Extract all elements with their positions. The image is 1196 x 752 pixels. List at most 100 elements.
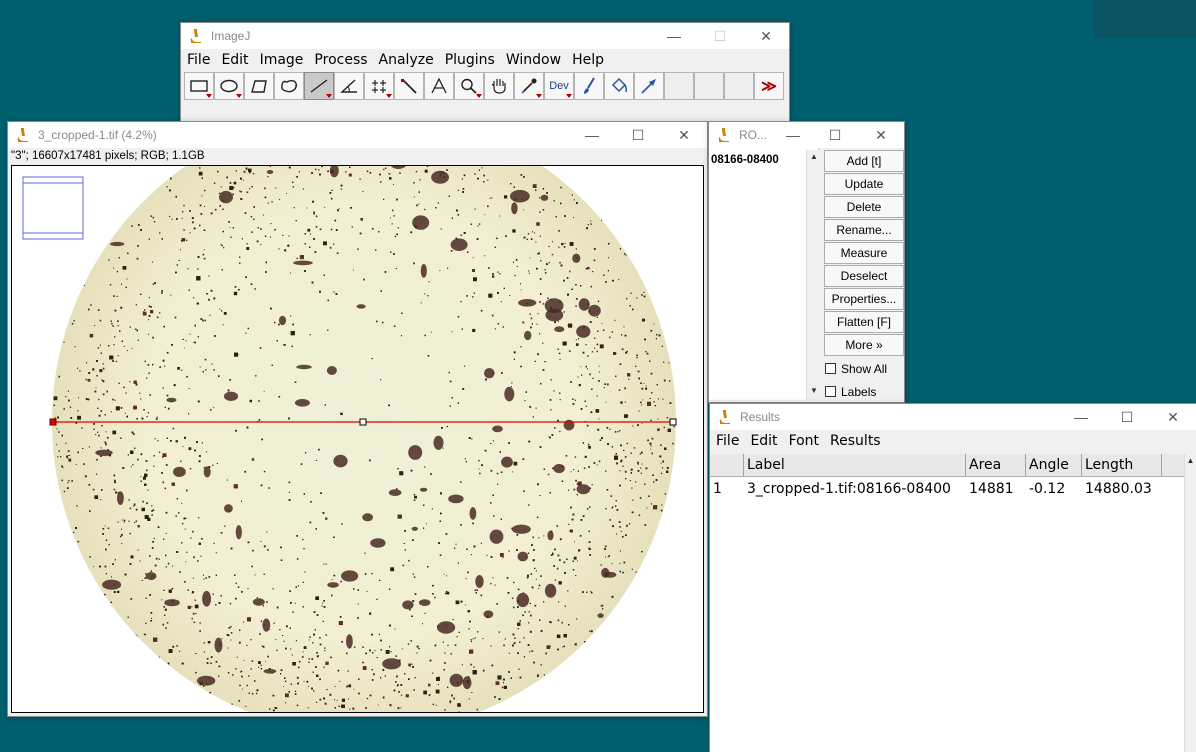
brush-icon (584, 77, 595, 94)
polygon-tool[interactable] (244, 72, 274, 100)
arrow-tool[interactable] (634, 72, 664, 100)
results-menu-file[interactable]: File (716, 433, 739, 449)
close-button[interactable]: ✕ (661, 122, 707, 148)
results-menu-edit[interactable]: Edit (750, 433, 777, 449)
line-handle-middle[interactable] (359, 418, 367, 426)
checkbox-box[interactable] (825, 363, 836, 374)
petri-dish-disc (52, 166, 676, 712)
close-button[interactable]: ✕ (743, 23, 789, 49)
hand-tool[interactable] (484, 72, 514, 100)
cell-label: 3_cropped-1.tif:08166-08400 (747, 481, 951, 497)
image-canvas[interactable] (11, 165, 704, 713)
dev-tool[interactable]: Dev (544, 72, 574, 100)
dropper-icon (521, 78, 537, 94)
flatten-button[interactable]: Flatten [F] (824, 311, 904, 333)
maximize-button[interactable]: ☐ (812, 122, 858, 148)
results-titlebar[interactable]: Results — ☐ ✕ (710, 404, 1196, 430)
microscope-icon (190, 29, 201, 43)
menu-analyze[interactable]: Analyze (379, 52, 434, 68)
table-row[interactable]: 1 3_cropped-1.tif:08166-08400 14881 -0.1… (710, 477, 1196, 502)
maximize-button[interactable]: ☐ (697, 23, 743, 49)
results-menubar: File Edit Font Results (710, 430, 1196, 452)
properties-button[interactable]: Properties... (824, 288, 904, 310)
main-menubar: File Edit Image Process Analyze Plugins … (181, 49, 789, 71)
show-all-checkbox[interactable]: Show All (824, 357, 904, 380)
results-menu-results[interactable]: Results (830, 433, 881, 449)
text-icon (431, 78, 447, 94)
add-button[interactable]: Add [t] (824, 150, 904, 172)
scroll-up-arrow-icon[interactable]: ▲ (807, 150, 821, 164)
tool-bar: Dev ≫ (181, 71, 789, 101)
col-header-index[interactable] (710, 454, 744, 476)
results-scrollbar[interactable]: ▲ (1184, 454, 1196, 752)
more-tools-icon: ≫ (761, 78, 777, 95)
maximize-button[interactable]: ☐ (615, 122, 661, 148)
flood-fill-tool[interactable] (604, 72, 634, 100)
cell-index: 1 (713, 481, 722, 497)
empty-tool-slot-1[interactable] (664, 72, 694, 100)
minimize-button[interactable]: — (774, 122, 812, 148)
oval-tool[interactable] (214, 72, 244, 100)
maximize-button[interactable]: ☐ (1104, 404, 1150, 430)
minimize-button[interactable]: — (651, 23, 697, 49)
deselect-button[interactable]: Deselect (824, 265, 904, 287)
show-all-label: Show All (841, 361, 888, 376)
brush-tool[interactable] (574, 72, 604, 100)
image-info-line: "3"; 16607x17481 pixels; RGB; 1.1GB (11, 150, 205, 162)
color-picker-tool[interactable] (514, 72, 544, 100)
menu-edit[interactable]: Edit (221, 52, 248, 68)
line-tool[interactable] (304, 72, 334, 100)
close-button[interactable]: ✕ (858, 122, 904, 148)
line-handle-end[interactable] (669, 418, 677, 426)
col-header-label[interactable]: Label (744, 454, 966, 476)
image-titlebar[interactable]: 3_cropped-1.tif (4.2%) — ☐ ✕ (8, 122, 707, 148)
menu-image[interactable]: Image (260, 52, 304, 68)
main-titlebar[interactable]: ImageJ — ☐ ✕ (181, 23, 789, 49)
results-menu-font[interactable]: Font (789, 433, 819, 449)
roi-list-scrollbar[interactable]: ▲ ▼ (806, 150, 821, 400)
empty-tool-slot-2[interactable] (694, 72, 724, 100)
image-window-title: 3_cropped-1.tif (4.2%) (38, 128, 157, 142)
scroll-up-arrow-icon[interactable]: ▲ (1185, 454, 1196, 468)
roi-list[interactable]: 08166-08400 (709, 148, 819, 400)
more-button[interactable]: More » (824, 334, 904, 356)
menu-process[interactable]: Process (314, 52, 367, 68)
results-table[interactable]: Label Area Angle Length 1 3_cropped-1.ti… (710, 454, 1196, 752)
wand-tool[interactable] (394, 72, 424, 100)
zoom-tool[interactable] (454, 72, 484, 100)
menu-file[interactable]: File (187, 52, 210, 68)
rename-button[interactable]: Rename... (824, 219, 904, 241)
minimize-button[interactable]: — (1058, 404, 1104, 430)
minimize-button[interactable]: — (569, 122, 615, 148)
delete-button[interactable]: Delete (824, 196, 904, 218)
polygon-icon (251, 80, 267, 93)
arrow-icon (641, 79, 656, 94)
image-content[interactable] (12, 166, 704, 713)
menu-plugins[interactable]: Plugins (445, 52, 495, 68)
col-header-area[interactable]: Area (966, 454, 1026, 476)
col-header-length[interactable]: Length (1082, 454, 1162, 476)
roi-titlebar[interactable]: RO... — ☐ ✕ (709, 122, 904, 148)
imagej-main-window: ImageJ — ☐ ✕ File Edit Image Process Ana… (180, 22, 790, 122)
scroll-down-arrow-icon[interactable]: ▼ (807, 384, 821, 398)
angle-icon (340, 79, 357, 93)
labels-checkbox[interactable]: Labels (824, 380, 904, 402)
freehand-tool[interactable] (274, 72, 304, 100)
rectangle-tool[interactable] (184, 72, 214, 100)
menu-window[interactable]: Window (506, 52, 561, 68)
cell-area: 14881 (969, 481, 1014, 497)
roi-list-item[interactable]: 08166-08400 (709, 148, 818, 166)
line-handle-start[interactable] (49, 418, 57, 426)
empty-tool-slot-3[interactable] (724, 72, 754, 100)
angle-tool[interactable] (334, 72, 364, 100)
more-tools-button[interactable]: ≫ (754, 72, 784, 100)
close-button[interactable]: ✕ (1150, 404, 1196, 430)
menu-help[interactable]: Help (572, 52, 604, 68)
col-header-angle[interactable]: Angle (1026, 454, 1082, 476)
roi-window-title: RO... (739, 128, 768, 142)
measure-button[interactable]: Measure (824, 242, 904, 264)
checkbox-box[interactable] (825, 386, 836, 397)
update-button[interactable]: Update (824, 173, 904, 195)
point-tool[interactable] (364, 72, 394, 100)
text-tool[interactable] (424, 72, 454, 100)
